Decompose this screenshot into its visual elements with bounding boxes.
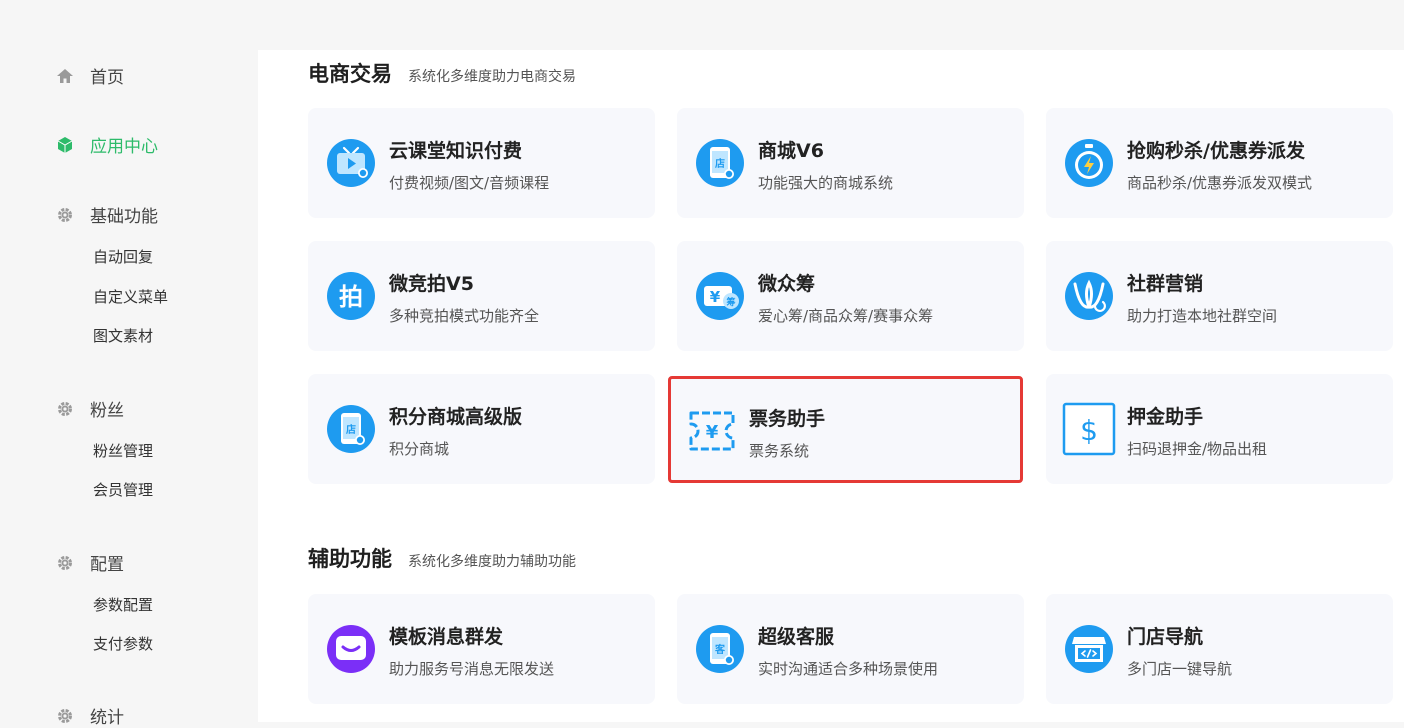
app-desc: 积分商城 (389, 440, 450, 458)
app-card-auction[interactable]: 拍 微竞拍V5 多种竞拍模式功能齐全 (308, 241, 655, 351)
section-header-assist: 辅助功能 系统化多维度助力辅助功能 (308, 543, 576, 573)
ticket-icon: ¥ (685, 404, 739, 458)
section-title: 电商交易 (308, 62, 392, 86)
nav-stats[interactable]: 统计 (56, 703, 124, 728)
nav-fans-label: 粉丝 (90, 401, 124, 421)
svg-text:¥: ¥ (706, 422, 719, 443)
app-name: 门店导航 (1127, 626, 1204, 648)
app-desc: 助力服务号消息无限发送 (389, 660, 555, 678)
app-desc: 助力打造本地社群空间 (1127, 307, 1278, 325)
nav-basic[interactable]: 基础功能 (56, 202, 158, 227)
app-name: 微众筹 (758, 273, 816, 295)
app-card-store-nav[interactable]: 门店导航 多门店一键导航 (1046, 594, 1393, 704)
nav-fans-manage[interactable]: 粉丝管理 (93, 440, 153, 461)
app-name: 超级客服 (758, 626, 835, 648)
app-name: 微竞拍V5 (389, 273, 474, 295)
nav-custom-menu[interactable]: 自定义菜单 (93, 286, 168, 307)
app-card-cloud-class[interactable]: 云课堂知识付费 付费视频/图文/音频课程 (308, 108, 655, 218)
svg-text:拍: 拍 (339, 283, 363, 311)
app-card-ticket[interactable]: ¥ 票务助手 票务系统 (668, 376, 1023, 483)
home-icon (56, 67, 74, 85)
nav-auto-reply[interactable]: 自动回复 (93, 246, 153, 267)
svg-text:¥: ¥ (710, 288, 721, 306)
svg-text:客: 客 (714, 643, 726, 656)
shop-phone-icon: 店 (324, 402, 378, 456)
section-subtitle: 系统化多维度助力辅助功能 (408, 554, 576, 570)
gear-icon (56, 554, 74, 572)
app-card-flash-sale[interactable]: 抢购秒杀/优惠券派发 商品秒杀/优惠券派发双模式 (1046, 108, 1393, 218)
svg-text:店: 店 (346, 423, 356, 436)
app-name: 积分商城高级版 (389, 406, 523, 428)
gear-icon (56, 400, 74, 418)
service-phone-icon: 客 (693, 622, 747, 676)
nav-member-manage[interactable]: 会员管理 (93, 479, 153, 500)
app-desc: 多门店一键导航 (1127, 660, 1233, 678)
section-header-ecommerce: 电商交易 系统化多维度助力电商交易 (308, 58, 576, 88)
nav-home[interactable]: 首页 (56, 63, 124, 88)
crowdfund-icon: ¥ 筹 (693, 269, 747, 323)
svg-text:$: $ (1080, 414, 1098, 447)
svg-text:筹: 筹 (726, 296, 735, 308)
cube-icon (56, 136, 74, 154)
app-desc: 功能强大的商城系统 (758, 174, 894, 192)
community-icon (1062, 269, 1116, 323)
app-name: 押金助手 (1127, 406, 1204, 428)
nav-pay-param[interactable]: 支付参数 (93, 633, 153, 654)
app-name: 抢购秒杀/优惠券派发 (1127, 140, 1305, 162)
store-icon (1062, 622, 1116, 676)
nav-stats-label: 统计 (90, 708, 124, 728)
app-name: 商城V6 (758, 140, 824, 162)
app-desc: 爱心筹/商品众筹/赛事众筹 (758, 307, 934, 325)
nav-basic-label: 基础功能 (90, 207, 158, 227)
svg-text:店: 店 (715, 157, 725, 170)
gear-icon (56, 206, 74, 224)
nav-app-center[interactable]: 应用中心 (56, 132, 158, 157)
nav-fans[interactable]: 粉丝 (56, 396, 124, 421)
app-name: 票务助手 (749, 408, 826, 430)
app-desc: 实时沟通适合多种场景使用 (758, 660, 939, 678)
app-name: 社群营销 (1127, 273, 1204, 295)
auction-icon: 拍 (324, 269, 378, 323)
nav-app-center-label: 应用中心 (90, 137, 158, 157)
app-card-customer-service[interactable]: 客 超级客服 实时沟通适合多种场景使用 (677, 594, 1024, 704)
main-content: 电商交易 系统化多维度助力电商交易 云课堂知识付费 付费视频/图文/音频课程 店 (258, 50, 1404, 722)
app-card-template-msg[interactable]: 模板消息群发 助力服务号消息无限发送 (308, 594, 655, 704)
app-desc: 付费视频/图文/音频课程 (389, 174, 550, 192)
nav-config-label: 配置 (90, 555, 124, 575)
tv-play-icon (324, 136, 378, 190)
nav-home-label: 首页 (90, 68, 124, 88)
nav-param-config[interactable]: 参数配置 (93, 594, 153, 615)
app-name: 模板消息群发 (389, 626, 504, 648)
app-card-points-mall[interactable]: 店 积分商城高级版 积分商城 (308, 374, 655, 484)
app-desc: 扫码退押金/物品出租 (1127, 440, 1268, 458)
nav-media[interactable]: 图文素材 (93, 325, 153, 346)
app-desc: 多种竞拍模式功能齐全 (389, 307, 540, 325)
app-card-deposit[interactable]: $ 押金助手 扫码退押金/物品出租 (1046, 374, 1393, 484)
dollar-icon: $ (1062, 402, 1116, 456)
app-desc: 票务系统 (749, 442, 810, 460)
message-icon (324, 622, 378, 676)
app-card-community[interactable]: 社群营销 助力打造本地社群空间 (1046, 241, 1393, 351)
nav-config[interactable]: 配置 (56, 550, 124, 575)
app-card-crowdfund[interactable]: ¥ 筹 微众筹 爱心筹/商品众筹/赛事众筹 (677, 241, 1024, 351)
sidebar: 首页 应用中心 基础功能 自动回复 自定义菜单 图文素材 粉丝 粉丝管理 会员管… (0, 0, 258, 728)
app-card-mall-v6[interactable]: 店 商城V6 功能强大的商城系统 (677, 108, 1024, 218)
stopwatch-icon (1062, 136, 1116, 190)
app-desc: 商品秒杀/优惠券派发双模式 (1127, 174, 1313, 192)
shop-phone-icon: 店 (693, 136, 747, 190)
app-name: 云课堂知识付费 (389, 140, 523, 162)
section-subtitle: 系统化多维度助力电商交易 (408, 69, 576, 85)
section-title: 辅助功能 (308, 547, 392, 571)
